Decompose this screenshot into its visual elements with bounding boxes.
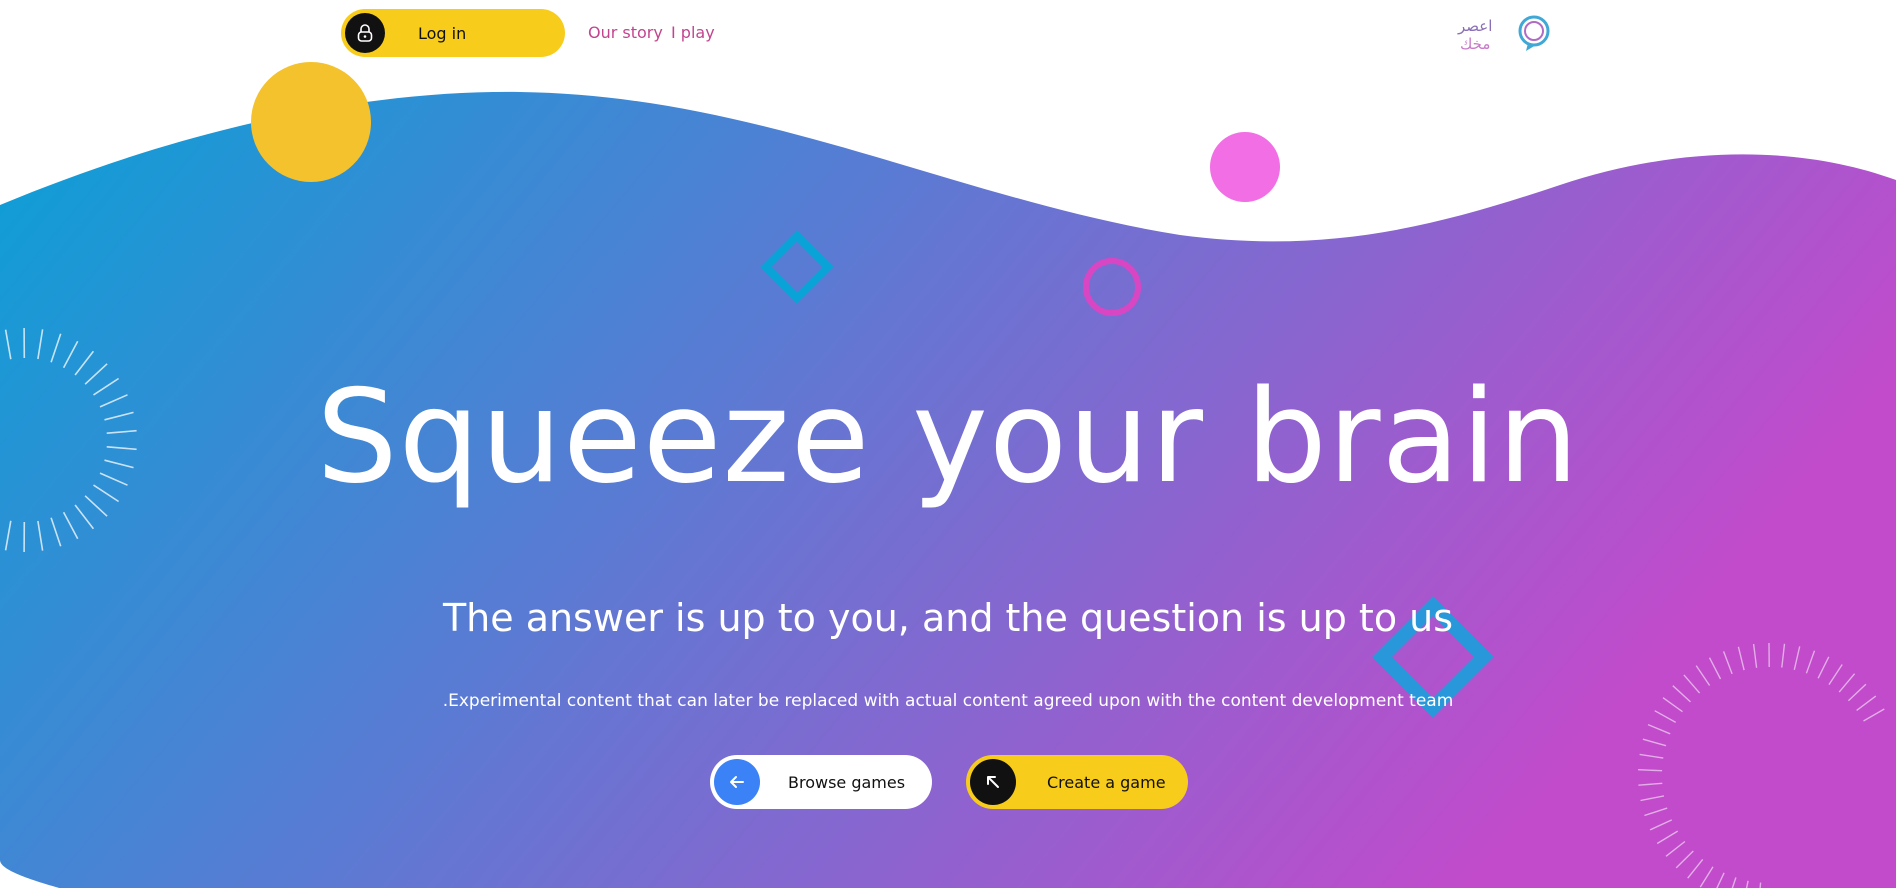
starburst-ray bbox=[1638, 769, 1663, 772]
arrow-left-icon bbox=[714, 759, 760, 805]
svg-text:اعصر: اعصر bbox=[1457, 17, 1492, 35]
nav-link-i-play[interactable]: I play bbox=[671, 23, 715, 42]
lock-icon bbox=[345, 13, 385, 53]
logo-mark: اعصر مخك bbox=[1457, 15, 1550, 53]
login-label: Log in bbox=[418, 23, 467, 43]
hero-description: .Experimental content that can later be … bbox=[442, 691, 1454, 711]
pink-circle-decoration bbox=[1210, 132, 1280, 202]
svg-text:مخك: مخك bbox=[1460, 35, 1490, 53]
create-game-button[interactable]: Create a game bbox=[966, 755, 1188, 809]
browse-games-label: Browse games bbox=[788, 772, 906, 792]
nav-link-our-story[interactable]: Our story bbox=[588, 23, 663, 42]
create-game-label: Create a game bbox=[1047, 772, 1166, 792]
brand-logo[interactable]: اعصر مخك bbox=[1456, 13, 1552, 53]
hero-subtitle: The answer is up to you, and the questio… bbox=[442, 596, 1454, 640]
arrow-up-left-icon bbox=[970, 759, 1016, 805]
browse-games-button[interactable]: Browse games bbox=[710, 755, 932, 809]
hero-title: Squeeze your brain bbox=[316, 363, 1580, 512]
yellow-circle-decoration bbox=[251, 62, 371, 182]
login-button[interactable]: Log in bbox=[341, 9, 565, 57]
